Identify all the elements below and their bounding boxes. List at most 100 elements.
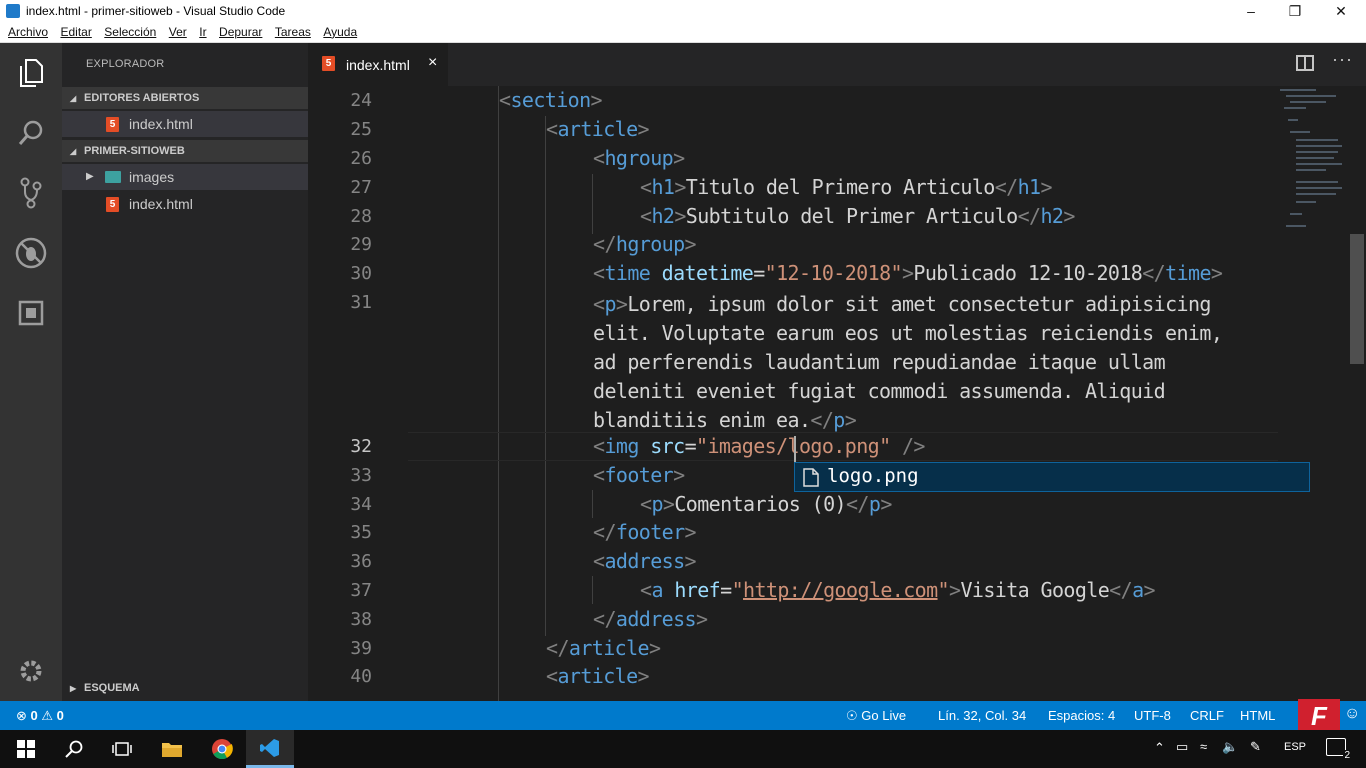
html5-icon: 5 <box>106 197 119 212</box>
windows-taskbar: ⌃ ▭ ≈ 🔈 ✎ ESP 2 <box>0 730 1366 768</box>
eol-setting[interactable]: CRLF <box>1190 708 1224 723</box>
code-line: <p>Comentarios (0)</p> <box>640 492 892 516</box>
collapse-triangle-icon: ◢ <box>70 94 77 103</box>
indent-guide <box>592 576 593 604</box>
expand-triangle-icon: ▶ <box>70 684 77 693</box>
line-number: 40 <box>350 666 372 687</box>
search-taskbar-icon[interactable] <box>50 730 98 768</box>
tab-index-html[interactable]: 5 index.html × <box>308 43 448 86</box>
menu-archivo[interactable]: Archivo <box>4 22 52 39</box>
vertical-scrollbar[interactable] <box>1350 234 1364 364</box>
text-cursor <box>794 436 796 462</box>
outline-section[interactable]: ▶ ESQUEMA <box>62 677 308 699</box>
open-editors-section[interactable]: ◢ EDITORES ABIERTOS <box>62 87 308 109</box>
volume-icon[interactable]: 🔈 <box>1222 739 1238 755</box>
language-mode[interactable]: HTML <box>1240 708 1275 723</box>
minimap[interactable] <box>1276 86 1346 246</box>
collapse-triangle-icon: ◢ <box>70 147 77 156</box>
chevron-right-icon: ▶ <box>86 171 94 182</box>
network-device-icon[interactable]: ▭ <box>1176 739 1188 755</box>
folder-item-images[interactable]: ▶ images <box>62 164 308 190</box>
line-number: 37 <box>350 580 372 601</box>
code-line: <h2>Subtitulo del Primer Articulo</h2> <box>640 204 1075 228</box>
menu-editar[interactable]: Editar <box>56 22 95 39</box>
code-line: <time datetime="12-10-2018">Publicado 12… <box>593 261 1223 285</box>
split-editor-icon[interactable] <box>1296 55 1314 71</box>
line-number: 33 <box>350 465 372 486</box>
settings-gear-icon[interactable] <box>11 651 51 691</box>
explorer-sidebar: EXPLORADOR ◢ EDITORES ABIERTOS 5 index.ht… <box>62 43 308 701</box>
wifi-icon[interactable]: ≈ <box>1200 739 1207 754</box>
code-editor[interactable]: 24 25 26 27 28 29 30 31 32 33 34 35 36 3… <box>308 86 1366 701</box>
feedback-icon[interactable]: ☺ <box>1344 705 1360 723</box>
windows-start-icon[interactable] <box>2 730 50 768</box>
encoding-setting[interactable]: UTF-8 <box>1134 708 1171 723</box>
chrome-icon[interactable] <box>198 730 246 768</box>
file-icon <box>803 468 819 487</box>
input-language[interactable]: ESP <box>1284 741 1306 753</box>
line-number: 27 <box>350 177 372 198</box>
file-item-index[interactable]: 5 index.html <box>62 191 308 217</box>
vscode-logo-icon <box>6 4 20 18</box>
open-editor-item[interactable]: 5 index.html <box>62 111 308 137</box>
explorer-header: EXPLORADOR <box>86 58 165 70</box>
line-number: 26 <box>350 148 372 169</box>
menu-tareas[interactable]: Tareas <box>271 22 315 39</box>
menu-seleccion[interactable]: Selección <box>100 22 160 39</box>
status-bar: ⊗ 0 ⚠ 0 ☉ Go Live Lín. 32, Col. 34 Espac… <box>0 699 1366 733</box>
debug-icon[interactable] <box>11 233 51 273</box>
vscode-taskbar-icon[interactable] <box>246 730 294 768</box>
code-line: </footer> <box>593 520 697 544</box>
indentation-setting[interactable]: Espacios: 4 <box>1048 708 1115 723</box>
show-hidden-icons-icon[interactable]: ⌃ <box>1154 740 1165 756</box>
menu-ir[interactable]: Ir <box>195 22 210 39</box>
pen-icon[interactable]: ✎ <box>1250 739 1261 755</box>
code-line-current: <img src="images/logo.png" /> <box>593 434 925 458</box>
code-line: <footer> <box>593 463 685 487</box>
code-line: <section> <box>499 88 603 112</box>
indent-guide <box>545 116 546 636</box>
close-window-button[interactable]: ✕ <box>1318 0 1364 22</box>
line-number: 28 <box>350 206 372 227</box>
line-number: 29 <box>350 234 372 255</box>
broadcast-icon: ☉ <box>846 708 858 723</box>
menu-depurar[interactable]: Depurar <box>215 22 266 39</box>
title-bar: index.html - primer-sitioweb - Visual St… <box>0 0 1366 22</box>
code-line: <a href="http://google.com">Visita Googl… <box>640 578 1156 602</box>
window-title: index.html - primer-sitioweb - Visual St… <box>26 4 286 18</box>
code-line: <article> <box>546 664 650 688</box>
more-actions-icon[interactable]: ··· <box>1332 49 1353 70</box>
minimize-button[interactable]: – <box>1228 0 1274 22</box>
go-live-button[interactable]: ☉ Go Live <box>846 708 906 724</box>
notifications-icon[interactable]: 2 <box>1326 738 1351 761</box>
task-view-icon[interactable] <box>98 730 146 768</box>
source-control-icon[interactable] <box>11 173 51 213</box>
close-tab-icon[interactable]: × <box>428 54 437 72</box>
problems-indicator[interactable]: ⊗ 0 ⚠ 0 <box>16 708 64 724</box>
search-icon[interactable] <box>11 113 51 153</box>
line-number: 36 <box>350 551 372 572</box>
maximize-button[interactable]: ❐ <box>1272 0 1318 22</box>
indent-guide <box>592 490 593 518</box>
menu-ayuda[interactable]: Ayuda <box>319 22 361 39</box>
cursor-position[interactable]: Lín. 32, Col. 34 <box>938 708 1026 723</box>
code-line: <hgroup> <box>593 146 685 170</box>
extensions-icon[interactable] <box>11 293 51 333</box>
html5-icon: 5 <box>322 56 335 71</box>
file-explorer-icon[interactable] <box>148 730 196 768</box>
code-line: </hgroup> <box>593 232 697 256</box>
line-number: 30 <box>350 263 372 284</box>
line-number: 35 <box>350 522 372 543</box>
indent-guide <box>498 86 499 701</box>
explorer-icon[interactable] <box>11 53 51 93</box>
line-number: 34 <box>350 494 372 515</box>
html5-icon: 5 <box>106 117 119 132</box>
code-line-wrapped: <p>Lorem, ipsum dolor sit amet consectet… <box>593 292 1234 432</box>
folder-icon <box>105 171 121 183</box>
project-folder-section[interactable]: ◢ PRIMER-SITIOWEB <box>62 140 308 162</box>
line-number: 24 <box>350 90 372 111</box>
menu-ver[interactable]: Ver <box>165 22 191 39</box>
channel-logo: F <box>1298 699 1340 733</box>
autocomplete-suggestion[interactable]: logo.png <box>794 462 1310 492</box>
line-number: 25 <box>350 119 372 140</box>
